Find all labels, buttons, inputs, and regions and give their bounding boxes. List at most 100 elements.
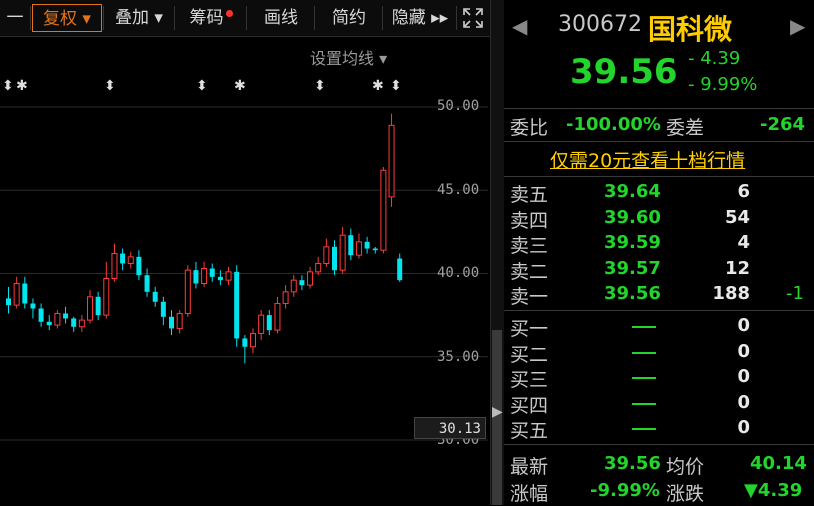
candle-body bbox=[184, 269, 191, 314]
candle-body bbox=[274, 302, 281, 331]
ask-level-label: 卖二 bbox=[510, 260, 549, 283]
candle bbox=[22, 276, 28, 309]
level2-promo-link[interactable]: 仅需20元查看十档行情 bbox=[550, 146, 745, 173]
empty-price-dash bbox=[632, 402, 656, 405]
ask-level-label: 卖一 bbox=[510, 286, 549, 308]
ask-price: 39.64 bbox=[604, 181, 661, 202]
candle-body bbox=[217, 276, 223, 281]
empty-price-dash bbox=[632, 428, 656, 430]
candle bbox=[274, 296, 281, 334]
candle bbox=[217, 270, 223, 286]
chips-button[interactable]: 筹码 bbox=[178, 4, 244, 32]
bid-level-label: 买四 bbox=[510, 394, 549, 417]
event-marker-icon: ✱ bbox=[234, 78, 246, 94]
price-change: - 4.39 bbox=[688, 48, 741, 69]
candle-body bbox=[169, 316, 174, 329]
stock-name: 国科微 bbox=[648, 13, 733, 46]
toolbar-divider bbox=[456, 6, 457, 30]
draw-line-button[interactable]: 画线 bbox=[250, 4, 312, 32]
weibi-label: 委比 bbox=[510, 117, 549, 139]
ask-row[interactable]: 卖三 39.59 4 bbox=[504, 231, 814, 257]
bid-row[interactable]: 买二 0 bbox=[504, 340, 814, 366]
candle bbox=[315, 256, 322, 276]
right-arrow-icon[interactable]: ▶ bbox=[790, 14, 805, 38]
toolbar-divider bbox=[246, 6, 247, 30]
ask-volume: 4 bbox=[737, 232, 750, 253]
candle-body bbox=[22, 283, 28, 304]
change-label: 涨跌 bbox=[666, 483, 705, 505]
candle bbox=[54, 310, 61, 329]
pct-value: -9.99% bbox=[590, 480, 660, 501]
expand-icon[interactable] bbox=[458, 4, 488, 32]
candle bbox=[63, 306, 69, 324]
ask-row[interactable]: 卖五 39.64 6 bbox=[504, 180, 814, 206]
candle bbox=[71, 316, 77, 332]
candle bbox=[332, 240, 337, 276]
candle bbox=[355, 233, 362, 259]
candlestick-chart[interactable]: ⬍ ✱ ⬍ ⬍ ✱ ⬍ ✱ ⬍ bbox=[0, 70, 490, 505]
candle bbox=[184, 265, 191, 317]
candle bbox=[282, 285, 289, 309]
weicha-value: -264 bbox=[760, 114, 806, 135]
candle bbox=[290, 275, 297, 297]
candle bbox=[364, 236, 370, 254]
notification-dot-icon bbox=[225, 10, 233, 17]
candle-body bbox=[282, 291, 289, 304]
toolbar-divider bbox=[314, 6, 315, 30]
price-axis-label: 45.00 bbox=[437, 182, 480, 198]
candle-body bbox=[87, 296, 93, 321]
weibi-value: -100.00% bbox=[566, 114, 661, 135]
candle-body bbox=[111, 253, 118, 279]
candle-body bbox=[323, 246, 330, 265]
candle-body bbox=[95, 296, 101, 316]
avg-price-label: 均价 bbox=[666, 456, 705, 478]
candle bbox=[397, 253, 403, 282]
candle-body bbox=[250, 332, 256, 348]
ask-level-label: 卖四 bbox=[510, 209, 549, 232]
bid-row[interactable]: 买三 0 bbox=[504, 365, 814, 391]
candle bbox=[348, 228, 354, 261]
candle-body bbox=[290, 279, 297, 293]
fuquan-dropdown[interactable]: 复权 ▾ bbox=[32, 4, 102, 32]
divider bbox=[504, 108, 814, 109]
ask-row[interactable]: 卖一 39.56 188 -1 bbox=[504, 282, 814, 308]
avg-price-value: 40.14 bbox=[750, 453, 807, 474]
ask-volume: 54 bbox=[724, 206, 750, 228]
bid-row[interactable]: 买四 0 bbox=[504, 391, 814, 417]
simple-mode-button[interactable]: 简约 bbox=[318, 4, 380, 32]
candle-body bbox=[127, 256, 134, 265]
ask-row[interactable]: 卖四 39.60 54 bbox=[504, 206, 814, 232]
overlay-dropdown[interactable]: 叠加 ▾ bbox=[106, 4, 172, 32]
candle bbox=[323, 238, 330, 267]
candle bbox=[299, 275, 305, 291]
weicha-label: 委差 bbox=[666, 117, 705, 139]
bid-volume: 0 bbox=[737, 315, 750, 336]
candle-body bbox=[242, 338, 248, 347]
event-marker-icon: ⬍ bbox=[314, 78, 326, 94]
toolbar-divider bbox=[382, 6, 383, 30]
candle-body bbox=[258, 314, 265, 334]
candle bbox=[209, 263, 215, 282]
candle-body bbox=[397, 258, 403, 281]
bid-row[interactable]: 买一 0 bbox=[504, 314, 814, 340]
event-marker-icon: ✱ bbox=[372, 78, 384, 94]
candle-body bbox=[299, 280, 305, 286]
toolbar-divider bbox=[103, 6, 104, 30]
candle bbox=[46, 315, 52, 331]
ask-price: 39.60 bbox=[604, 206, 661, 228]
ask-row[interactable]: 卖二 39.57 12 bbox=[504, 257, 814, 283]
ma-settings-dropdown[interactable]: 设置均线 ▾ bbox=[310, 45, 387, 69]
candle-body bbox=[364, 241, 370, 249]
toolbar-item-period[interactable]: 一 bbox=[2, 4, 28, 32]
bid-volume: 0 bbox=[737, 391, 750, 413]
scroll-arrow-icon[interactable]: ▶ bbox=[492, 404, 503, 420]
candle-body bbox=[348, 235, 354, 256]
current-price: 39.56 bbox=[570, 52, 678, 92]
hide-button[interactable]: 隐藏 ▸▸ bbox=[386, 4, 454, 32]
bid-row[interactable]: 买五 0 bbox=[504, 416, 814, 442]
candle-body bbox=[266, 315, 272, 331]
candle bbox=[6, 286, 11, 314]
crosshair-price-box: 30.13 bbox=[414, 417, 486, 439]
candle-body bbox=[38, 308, 44, 322]
left-arrow-icon[interactable]: ◀ bbox=[512, 14, 527, 38]
